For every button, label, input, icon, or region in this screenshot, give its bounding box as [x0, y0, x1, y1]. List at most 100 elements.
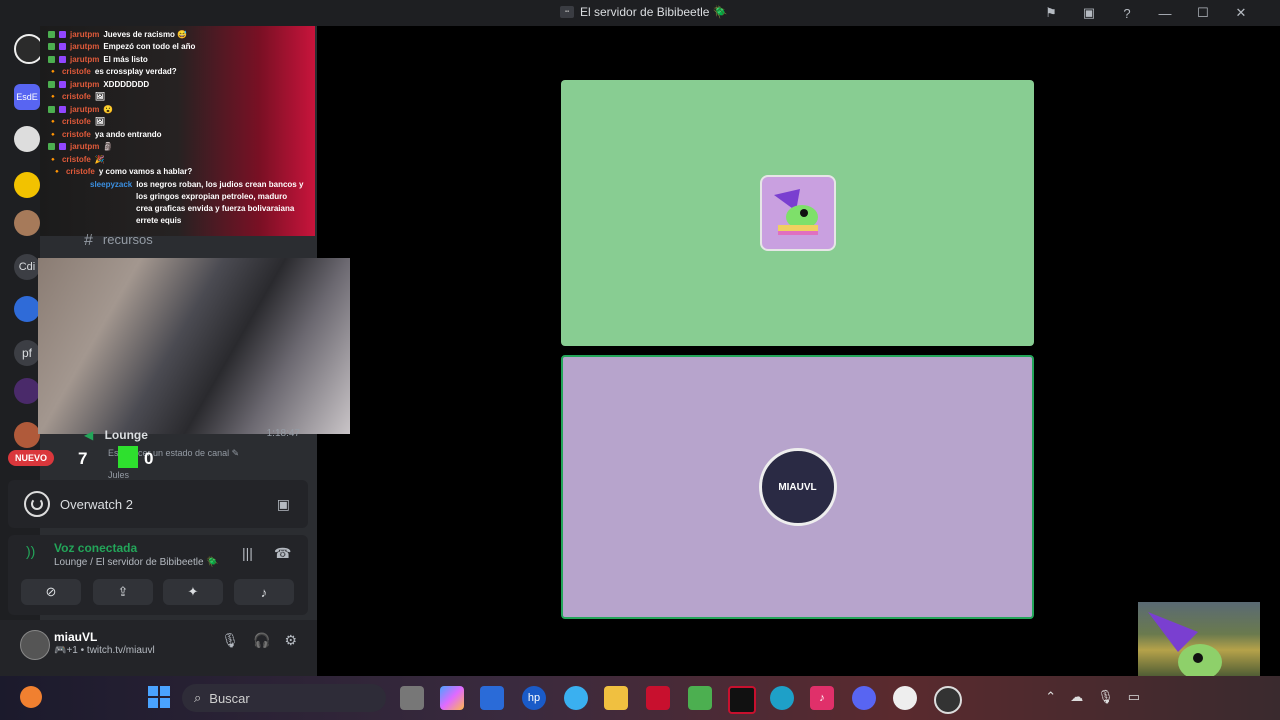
- sub-badge-icon: [59, 81, 66, 88]
- voice-status[interactable]: Voz conectada: [54, 541, 137, 555]
- edge-icon[interactable]: [770, 686, 794, 710]
- chat-message: 🎉: [94, 155, 105, 164]
- voice-participant-tile-speaking[interactable]: MIAUVL: [561, 355, 1034, 619]
- inbox-icon[interactable]: ▣: [1070, 4, 1108, 22]
- disconnect-icon[interactable]: ☎: [274, 545, 291, 562]
- microphone-icon[interactable]: 🎙: [221, 632, 239, 649]
- soundboard-icon: ♪: [260, 584, 268, 600]
- server-icon[interactable]: [14, 172, 40, 198]
- avatar-label: MIAUVL: [778, 481, 817, 493]
- username[interactable]: miauVL: [54, 630, 97, 644]
- server-icon[interactable]: Cdi: [14, 254, 40, 280]
- sub-badge-icon: [59, 56, 66, 63]
- network-icon[interactable]: ▭: [1128, 689, 1140, 705]
- mod-badge-icon: [48, 56, 55, 63]
- drop-badge-icon: 🔸: [48, 92, 58, 101]
- server-icon[interactable]: [14, 210, 40, 236]
- windows-start-icon[interactable]: [148, 686, 170, 708]
- chat-message: Empezó con todo el año: [103, 42, 196, 51]
- cloud-icon[interactable]: ☁: [1070, 689, 1083, 705]
- discord-icon[interactable]: [852, 686, 876, 710]
- help-icon[interactable]: ?: [1108, 4, 1146, 22]
- chat-user: jarutpm: [70, 142, 100, 151]
- chevron-up-icon[interactable]: ⌃: [1045, 689, 1056, 705]
- pencil-icon[interactable]: ✎: [232, 448, 240, 458]
- noise-suppression-icon[interactable]: |||: [242, 545, 253, 561]
- streamer-cam-overlay: [1138, 602, 1260, 682]
- server-icon[interactable]: [14, 422, 40, 448]
- server-icon[interactable]: EsdE: [14, 84, 40, 110]
- mod-badge-icon: [48, 43, 55, 50]
- stream-game-icon[interactable]: ▣: [277, 496, 290, 513]
- webcam-overlay: [38, 258, 350, 434]
- overwatch-icon: [24, 491, 50, 517]
- game-name: Overwatch 2: [60, 496, 133, 512]
- hp-icon[interactable]: hp: [522, 686, 546, 710]
- game-activity[interactable]: Overwatch 2 ▣: [8, 480, 308, 528]
- soundboard-button[interactable]: ♪: [234, 579, 294, 605]
- new-badge: NUEVO: [8, 450, 55, 466]
- chat-user: jarutpm: [70, 105, 100, 114]
- overwatch-taskbar-icon[interactable]: [893, 686, 917, 710]
- camera-off-button[interactable]: ⊘: [21, 579, 81, 605]
- windows-taskbar: ⌕ Buscar hp ♪ ⌃ ☁ 🎙 ▭: [0, 676, 1280, 720]
- user-status[interactable]: 🎮+1 • twitch.tv/miauvl: [54, 645, 155, 656]
- mascot-icon: [1148, 612, 1222, 680]
- system-tray: ⌃ ☁ 🎙 ▭: [1045, 689, 1140, 705]
- chat-message: los gringos expropian petroleo, maduro: [136, 192, 288, 201]
- obs-icon[interactable]: [934, 686, 962, 714]
- chat-message: los negros roban, los judios crean banco…: [136, 180, 304, 189]
- window-titlebar: ▪▪ El servidor de Bibibeetle 🪲 ⚑ ▣ ? — ☐…: [0, 0, 1280, 26]
- drop-badge-icon: 🔸: [52, 167, 62, 176]
- minecraft-icon[interactable]: [688, 686, 712, 710]
- score-left: 7: [78, 449, 88, 468]
- inbox-flag-icon[interactable]: ⚑: [1032, 4, 1070, 22]
- share-screen-icon: ⇪: [117, 584, 129, 599]
- voice-channel-lounge[interactable]: ◀ Lounge 1:18:47 Establecer un estado de…: [84, 428, 304, 480]
- weather-widget-icon[interactable]: [20, 686, 42, 708]
- activities-icon: ✦: [187, 584, 199, 599]
- store-icon[interactable]: [480, 686, 504, 710]
- speaker-icon: ◀: [84, 428, 94, 442]
- voice-location[interactable]: Lounge / El servidor de Bibibeetle 🪲: [54, 557, 219, 568]
- server-icon[interactable]: [14, 378, 40, 404]
- share-screen-button[interactable]: ⇪: [93, 579, 153, 605]
- chat-message: El más listo: [103, 55, 148, 64]
- voice-connection-panel: )) Voz conectada Lounge / El servidor de…: [8, 535, 308, 615]
- chat-user: jarutpm: [70, 55, 100, 64]
- mod-badge-icon: [48, 106, 55, 113]
- taskbar-search[interactable]: ⌕ Buscar: [182, 684, 386, 712]
- chat-message: ya ando entrando: [94, 130, 162, 139]
- file-explorer-icon[interactable]: [604, 686, 628, 710]
- support-icon[interactable]: [564, 686, 588, 710]
- chat-message: crea graficas envida y fuerza bolivaraia…: [136, 204, 295, 213]
- gear-icon[interactable]: ⚙: [284, 632, 297, 649]
- chat-user: cristofe: [65, 167, 95, 176]
- search-placeholder: Buscar: [209, 690, 250, 706]
- activities-button[interactable]: ✦: [163, 579, 223, 605]
- connection-signal-icon[interactable]: )): [26, 543, 35, 559]
- server-icon[interactable]: pf: [14, 340, 40, 366]
- headphones-icon[interactable]: 🎧: [253, 632, 270, 649]
- copilot-icon[interactable]: [440, 686, 464, 710]
- server-icon[interactable]: [14, 296, 40, 322]
- participant-avatar: MIAUVL: [758, 448, 837, 526]
- score-right: 0: [144, 449, 154, 468]
- task-view-icon[interactable]: [400, 686, 424, 710]
- mcafee-icon[interactable]: [646, 686, 670, 710]
- voice-participant-tile[interactable]: [561, 80, 1034, 346]
- server-icon: ▪▪: [560, 6, 574, 18]
- close-icon[interactable]: ✕: [1222, 4, 1260, 22]
- server-icon[interactable]: [14, 126, 40, 152]
- mod-badge-icon: [48, 81, 55, 88]
- chat-message: 🗿: [103, 142, 114, 151]
- channel-item-recursos[interactable]: # recursos: [84, 232, 153, 250]
- tiktok-icon[interactable]: ♪: [810, 686, 834, 710]
- minimize-icon[interactable]: —: [1146, 4, 1184, 22]
- microphone-tray-icon[interactable]: 🎙: [1097, 689, 1114, 705]
- sub-badge-icon: [59, 43, 66, 50]
- maximize-icon[interactable]: ☐: [1184, 4, 1222, 22]
- opera-icon[interactable]: [728, 686, 756, 714]
- chat-user: cristofe: [61, 155, 91, 164]
- avatar[interactable]: [20, 630, 50, 660]
